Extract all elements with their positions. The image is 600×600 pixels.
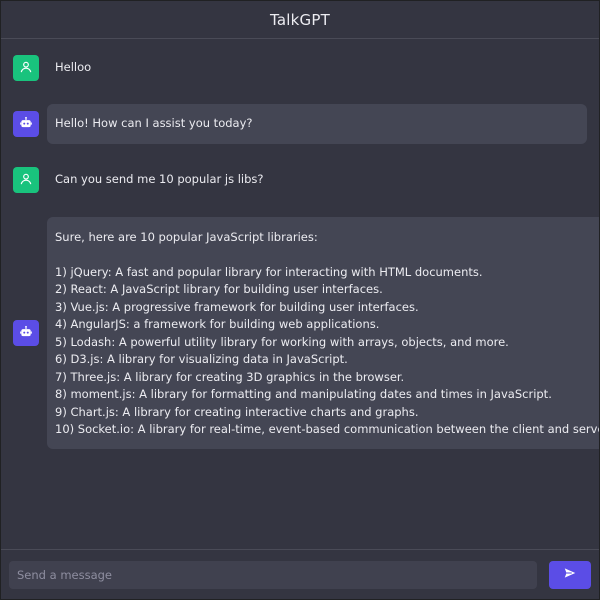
message-text: Hello! How can I assist you today? [47, 104, 587, 144]
list-item: 2) React: A JavaScript library for build… [55, 282, 383, 296]
message-input[interactable] [9, 560, 537, 589]
message-bot-1: Hello! How can I assist you today? [13, 104, 587, 144]
list-item: 6) D3.js: A library for visualizing data… [55, 352, 348, 366]
robot-icon [19, 324, 33, 343]
list-item: 4) AngularJS: a framework for building w… [55, 317, 380, 331]
app-title: TalkGPT [270, 10, 330, 29]
user-avatar [13, 167, 39, 193]
bot-avatar [13, 320, 39, 346]
message-text: Can you send me 10 popular js libs? [55, 172, 264, 187]
list-item: 8) moment.js: A library for formatting a… [55, 387, 552, 401]
send-button[interactable] [549, 560, 591, 589]
message-text: Helloo [55, 60, 92, 75]
message-composer [1, 549, 599, 599]
bot-avatar [13, 111, 39, 137]
message-user-1: Helloo [13, 55, 587, 81]
user-icon [19, 59, 33, 78]
chat-thread: Helloo Hello! How can I assist you today… [1, 39, 599, 549]
user-icon [19, 171, 33, 190]
chat-app-window: TalkGPT Helloo Hello! How can I assist y… [0, 0, 600, 600]
list-item: 5) Lodash: A powerful utility library fo… [55, 334, 509, 349]
message-user-2: Can you send me 10 popular js libs? [13, 167, 587, 193]
list-item: 3) Vue.js: A progressive framework for b… [55, 299, 419, 314]
message-text: Sure, here are 10 popular JavaScript lib… [47, 217, 599, 449]
app-header: TalkGPT [1, 1, 599, 39]
list-item: 7) Three.js: A library for creating 3D g… [55, 369, 405, 384]
response-intro: Sure, here are 10 popular JavaScript lib… [55, 230, 318, 244]
robot-icon [19, 115, 33, 134]
list-item: 1) jQuery: A fast and popular library fo… [55, 264, 483, 279]
send-icon [563, 566, 577, 583]
list-item: 9) Chart.js: A library for creating inte… [55, 404, 419, 419]
message-bot-2: Sure, here are 10 popular JavaScript lib… [13, 217, 599, 449]
list-item: 10) Socket.io: A library for real-time, … [55, 422, 599, 436]
user-avatar [13, 55, 39, 81]
